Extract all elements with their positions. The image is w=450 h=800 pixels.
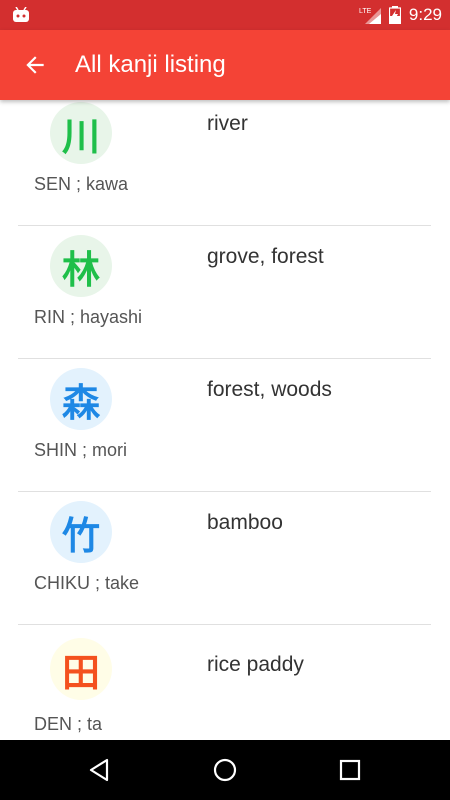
list-item[interactable]: 林 grove, forest RIN ; hayashi <box>18 225 431 359</box>
kanji-character: 竹 <box>61 513 100 558</box>
kanji-badge: 林 <box>50 235 112 297</box>
triangle-back-icon[interactable] <box>85 755 115 785</box>
list-item[interactable]: 森 forest, woods SHIN ; mori <box>18 358 431 492</box>
page-title: All kanji listing <box>75 51 226 78</box>
app-bar: All kanji listing <box>0 30 450 100</box>
kanji-reading: RIN ; hayashi <box>34 307 143 327</box>
kanji-list[interactable]: 川 river SEN ; kawa 林 grove, forest RIN ;… <box>0 100 450 740</box>
kanji-meaning: river <box>207 112 248 135</box>
list-item[interactable]: 田 rice paddy DEN ; ta <box>18 624 431 740</box>
status-icons: LTE 9:29 <box>359 0 442 30</box>
kanji-character: 森 <box>61 380 100 425</box>
kanji-badge: 田 <box>50 638 112 700</box>
kanji-reading: DEN ; ta <box>34 714 103 734</box>
battery-charging-icon <box>388 6 401 24</box>
list-item[interactable]: 川 river SEN ; kawa <box>18 100 431 226</box>
kanji-reading: CHIKU ; take <box>34 573 140 593</box>
navigation-bar <box>0 740 450 800</box>
kanji-character: 川 <box>61 114 100 159</box>
svg-text:LTE: LTE <box>359 8 372 15</box>
arrow-back-icon[interactable] <box>22 52 48 78</box>
kanji-character: 林 <box>61 247 100 292</box>
kanji-meaning: rice paddy <box>207 653 304 676</box>
kanji-meaning: forest, woods <box>207 378 332 401</box>
kanji-character: 田 <box>61 650 100 695</box>
lte-signal-icon: LTE <box>359 8 381 24</box>
status-bar: LTE 9:29 <box>0 0 450 30</box>
kanji-meaning: bamboo <box>207 511 283 534</box>
kanji-badge: 竹 <box>50 501 112 563</box>
kanji-badge: 川 <box>50 102 112 164</box>
kanji-reading: SEN ; kawa <box>34 174 129 194</box>
square-recents-icon[interactable] <box>335 755 365 785</box>
kanji-badge: 森 <box>50 368 112 430</box>
kanji-reading: SHIN ; mori <box>34 440 128 460</box>
kanji-meaning: grove, forest <box>207 245 324 268</box>
list-item[interactable]: 竹 bamboo CHIKU ; take <box>18 491 431 625</box>
android-notification-icon <box>13 7 29 22</box>
circle-home-icon[interactable] <box>210 755 240 785</box>
status-time: 9:29 <box>408 5 442 24</box>
